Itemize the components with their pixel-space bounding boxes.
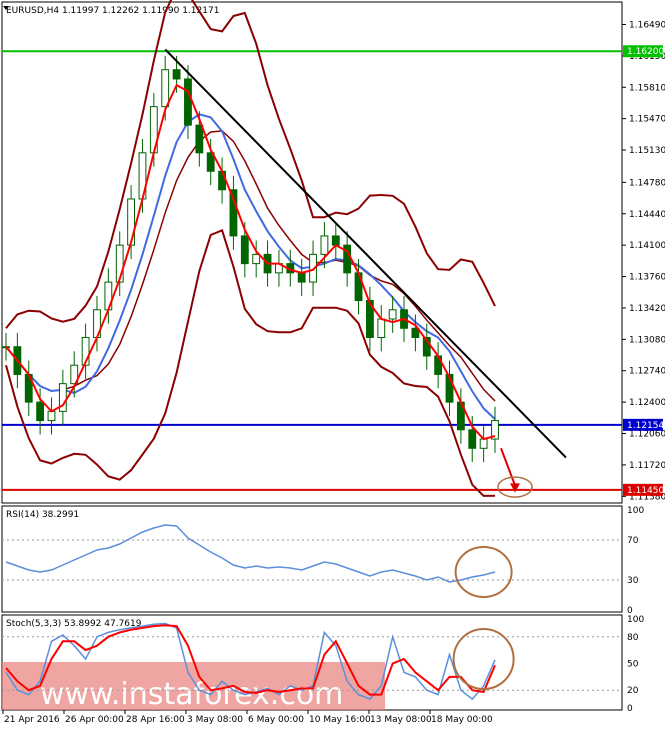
main-ytick-label: 1.12060	[629, 430, 665, 440]
stoch-title: Stoch(5,3,3) 53.8992 47.7619	[6, 619, 142, 629]
main-ytick-label: 1.12400	[629, 398, 665, 408]
level-tag-label: 1.12154	[627, 421, 664, 431]
candle-body	[252, 253, 261, 265]
chart-title: EURUSD,H4 1.11997 1.12262 1.11990 1.1217…	[6, 6, 219, 16]
xtick-label: 26 Apr 00:00	[65, 715, 124, 725]
candle-body	[36, 401, 45, 422]
xtick-label: 3 May 08:00	[187, 715, 243, 725]
main-panel	[1, 1, 623, 504]
candle-body	[297, 272, 306, 283]
rsi-ytick-label: 100	[627, 506, 644, 516]
xtick-label: 28 Apr 16:00	[126, 715, 185, 725]
xtick-label: 13 May 08:00	[370, 715, 432, 725]
candle-body	[377, 318, 386, 338]
candle-body	[468, 429, 477, 449]
candle-body	[218, 170, 226, 191]
stoch-ytick-label: 100	[627, 615, 644, 625]
main-ytick-label: 1.12740	[629, 367, 665, 377]
candle-body	[479, 438, 488, 449]
rsi-ytick-label: 30	[627, 576, 639, 586]
main-ytick-label: 1.13420	[629, 304, 665, 314]
candle-body	[161, 69, 170, 108]
candle-body	[47, 410, 56, 422]
rsi-panel	[1, 505, 623, 613]
chart-canvas: www.instaforex.com EURUSD,H4 1.11997 1.1…	[1, 0, 665, 725]
main-ytick-label: 1.16490	[629, 20, 665, 30]
main-ytick-label: 1.14440	[629, 210, 665, 220]
candle-body	[331, 235, 340, 246]
main-ytick-label: 1.13760	[629, 273, 665, 283]
level-tag-label: 1.16200	[627, 47, 664, 57]
stoch-ytick-label: 0	[627, 704, 633, 714]
rsi-title: RSI(14) 38.2991	[6, 510, 79, 520]
candle-body	[184, 78, 192, 126]
main-ytick-label: 1.14780	[629, 178, 665, 188]
stoch-ytick-label: 20	[627, 686, 639, 696]
stoch-ytick-label: 50	[627, 660, 639, 670]
candle-body	[320, 235, 329, 255]
xtick-label: 21 Apr 2016	[4, 715, 60, 725]
level-tag-label: 1.11450	[627, 486, 664, 496]
xtick-label: 10 May 16:00	[309, 715, 371, 725]
candle-body	[388, 309, 397, 320]
xtick-label: 18 May 00:00	[431, 715, 493, 725]
main-ytick-label: 1.15810	[629, 83, 665, 93]
watermark-text: www.instaforex.com	[40, 677, 343, 712]
main-ytick-label: 1.14100	[629, 241, 665, 251]
stoch-ytick-label: 80	[627, 633, 639, 643]
main-ytick-label: 1.11720	[629, 461, 665, 471]
main-ytick-label: 1.13080	[629, 335, 665, 345]
candle-body	[172, 69, 181, 80]
candle-body	[195, 124, 204, 154]
rsi-ytick-label: 70	[627, 536, 639, 546]
candle-body	[240, 235, 249, 265]
main-ytick-label: 1.15470	[629, 115, 665, 125]
main-ytick-label: 1.15130	[629, 146, 665, 156]
xtick-label: 6 May 00:00	[248, 715, 304, 725]
